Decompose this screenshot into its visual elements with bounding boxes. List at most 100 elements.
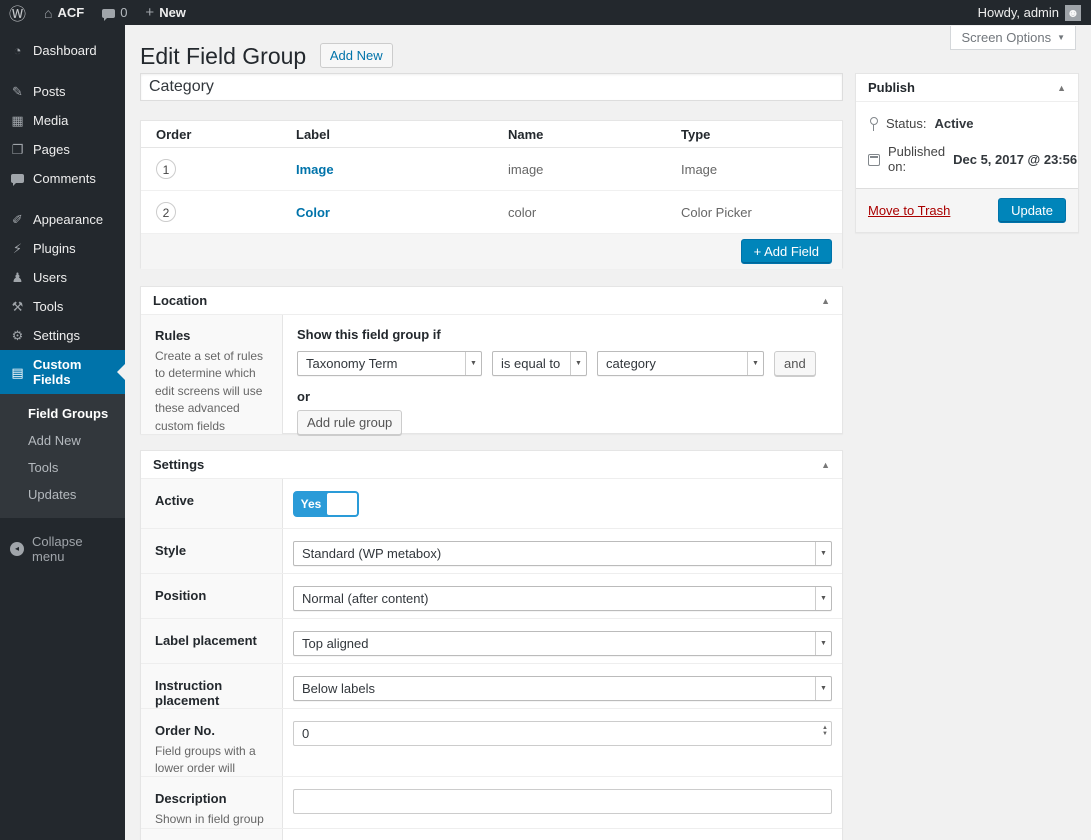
comments-count: 0 [120,5,127,20]
screen-options-button[interactable]: Screen Options ▼ [950,26,1076,50]
rule-operator-select[interactable]: is equal to ▼ [492,351,587,376]
posts-icon: ✎ [10,85,25,98]
select-arrow-icon: ▼ [747,352,763,375]
settings-title: Settings [153,457,204,472]
update-button[interactable]: Update [998,198,1066,223]
rule-value-select[interactable]: category ▼ [597,351,764,376]
column-header-name: Name [493,127,666,142]
setting-row-order-no: Order No. Field groups with a lower orde… [141,709,842,777]
sidebar-item-tools[interactable]: ⚒ Tools [0,292,125,321]
spinner-down-icon[interactable]: ▼ [822,731,828,737]
select-arrow-icon: ▼ [815,632,831,655]
style-select[interactable]: Standard (WP metabox) ▼ [293,541,832,566]
style-value: Standard (WP metabox) [302,546,441,561]
submenu-item-tools[interactable]: Tools [0,454,125,481]
publish-box-footer: Move to Trash Update [856,188,1078,232]
sidebar-item-appearance[interactable]: ✐ Appearance [0,205,125,234]
sidebar-item-label: Custom Fields [33,357,115,387]
field-order-handle[interactable]: 1 [156,159,176,179]
sidebar-item-posts[interactable]: ✎ Posts [0,77,125,106]
sidebar-item-label: Media [33,113,68,128]
sidebar-item-settings[interactable]: ⚙ Settings [0,321,125,350]
collapse-menu-label: Collapse menu [32,534,115,564]
status-label: Status: [886,116,926,131]
collapse-toggle-icon[interactable]: ▲ [821,296,830,306]
table-row-image-field: 1 Image image Image [141,148,842,191]
sidebar-item-label: Tools [33,299,63,314]
fields-table-box: Order Label Name Type 1 Image image Imag… [140,120,843,268]
label-placement-value: Top aligned [302,636,369,651]
sidebar-item-custom-fields[interactable]: ▤ Custom Fields [0,350,125,394]
tools-icon: ⚒ [10,300,25,313]
rule-param-select[interactable]: Taxonomy Term ▼ [297,351,482,376]
active-toggle[interactable]: Yes [293,491,359,517]
collapse-toggle-icon[interactable]: ▲ [1057,83,1066,93]
description-input[interactable] [293,789,832,814]
published-label: Published on: [888,144,945,174]
location-box-header[interactable]: Location ▲ [141,287,842,315]
add-new-button[interactable]: Add New [320,43,393,68]
sidebar-item-pages[interactable]: ❐ Pages [0,135,125,164]
sidebar-item-dashboard[interactable]: ◔ Dashboard [0,36,125,65]
move-to-trash-link[interactable]: Move to Trash [868,203,950,218]
sidebar-item-label: Pages [33,142,70,157]
select-arrow-icon: ▼ [570,352,586,375]
and-rule-button[interactable]: and [774,351,816,376]
add-field-button[interactable]: + Add Field [741,239,832,264]
collapse-toggle-icon[interactable]: ▲ [821,460,830,470]
submenu-item-updates[interactable]: Updates [0,481,125,508]
sidebar-item-users[interactable]: ♟ Users [0,263,125,292]
sidebar-item-plugins[interactable]: ⚡ Plugins [0,234,125,263]
pages-icon: ❐ [10,143,25,156]
publish-box: Publish ▲ Status: Active Published on: D… [855,73,1079,233]
field-type-cell: Image [666,162,842,177]
location-body: Rules Create a set of rules to determine… [141,315,842,434]
instruction-placement-value: Below labels [302,681,375,696]
setting-row-active: Active Yes [141,479,842,529]
user-avatar[interactable]: ☻ [1065,5,1081,21]
admin-sidebar-menu: ◔ Dashboard ✎ Posts ▦ Media ❐ Pages Comm… [0,25,125,840]
custom-fields-icon: ▤ [10,366,25,379]
description-label: Description [155,791,268,806]
collapse-arrow-icon: ◂ [10,542,24,556]
add-rule-group-button[interactable]: Add rule group [297,410,402,435]
field-label-link[interactable]: Color [296,205,330,220]
order-no-input[interactable] [293,721,832,746]
howdy-account-menu[interactable]: Howdy, admin [978,5,1065,20]
chevron-down-icon: ▼ [1057,33,1065,42]
dashboard-icon: ◔ [10,44,25,57]
instruction-placement-select[interactable]: Below labels ▼ [293,676,832,701]
sidebar-item-media[interactable]: ▦ Media [0,106,125,135]
sidebar-item-comments[interactable]: Comments [0,164,125,193]
field-order-handle[interactable]: 2 [156,202,176,222]
published-row: Published on: Dec 5, 2017 @ 23:56 [868,140,1066,176]
collapse-menu-button[interactable]: ◂ Collapse menu [0,524,125,574]
appearance-icon: ✐ [10,213,25,226]
field-group-title-input[interactable] [140,73,843,101]
wp-logo-menu[interactable]: Ⓦ [0,0,35,25]
publish-title: Publish [868,80,915,95]
site-name-menu[interactable]: ⌂ ACF [35,0,93,25]
toggle-knob [327,493,357,515]
select-arrow-icon: ▼ [815,677,831,700]
settings-box-header[interactable]: Settings ▲ [141,451,842,479]
submenu-item-add-new[interactable]: Add New [0,427,125,454]
field-label-link[interactable]: Image [296,162,334,177]
site-name: ACF [57,5,84,20]
position-select[interactable]: Normal (after content) ▼ [293,586,832,611]
sidebar-item-label: Comments [33,171,96,186]
new-content-menu[interactable]: + New [136,0,195,25]
active-control-cell: Yes [283,479,842,528]
submenu-item-field-groups[interactable]: Field Groups [0,400,125,427]
settings-box: Settings ▲ Active Yes Style Standard (WP… [140,450,843,840]
position-label: Position [155,588,268,603]
comments-menu[interactable]: 0 [93,0,136,25]
page-header: Edit Field Group Add New [125,25,1091,72]
field-name-cell: image [493,162,666,177]
label-placement-select[interactable]: Top aligned ▼ [293,631,832,656]
wordpress-logo-icon: Ⓦ [9,0,26,25]
publish-box-header[interactable]: Publish ▲ [856,74,1078,102]
current-menu-arrow [109,364,125,380]
users-icon: ♟ [10,271,25,284]
number-spinner[interactable]: ▲ ▼ [822,725,828,737]
